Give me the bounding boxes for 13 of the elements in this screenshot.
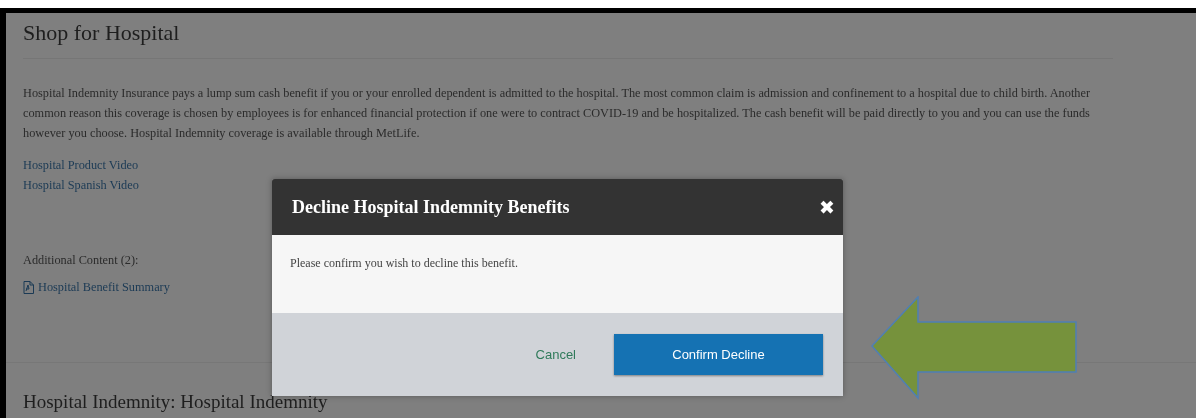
page-title: Shop for Hospital xyxy=(23,13,1113,59)
confirm-message: Please confirm you wish to decline this benefit. xyxy=(290,255,518,271)
confirm-decline-button[interactable]: Confirm Decline xyxy=(614,334,823,375)
description-paragraph: Hospital Indemnity Insurance pays a lump sum cash benefit if you or your enrolled dependent is admitted to the hospital. The most common claim is admission and confinement to a hospital due to child birth. Another common reason this coverage is chosen by employees is for enhanced financial protection if one were to contract COVID-19 and be hospitalized. The cash benefit will be paid directly to you and you can use the funds however you choose. Hospital Indemnity coverage is available through MetLife. xyxy=(23,85,1091,142)
cancel-button[interactable]: Cancel xyxy=(531,343,580,366)
additional-content-label: Additional Content (2): xyxy=(23,253,139,268)
modal-title: Decline Hospital Indemnity Benefits xyxy=(292,196,570,218)
pdf-file-icon xyxy=(23,280,34,294)
section-title: Hospital Indemnity: Hospital Indemnity xyxy=(23,392,328,412)
arrow-icon xyxy=(871,296,1077,400)
video-link[interactable]: Hospital Spanish Video xyxy=(23,175,139,195)
document-link[interactable]: Hospital Benefit Summary xyxy=(23,277,170,297)
video-link[interactable]: Hospital Product Video xyxy=(23,155,139,175)
